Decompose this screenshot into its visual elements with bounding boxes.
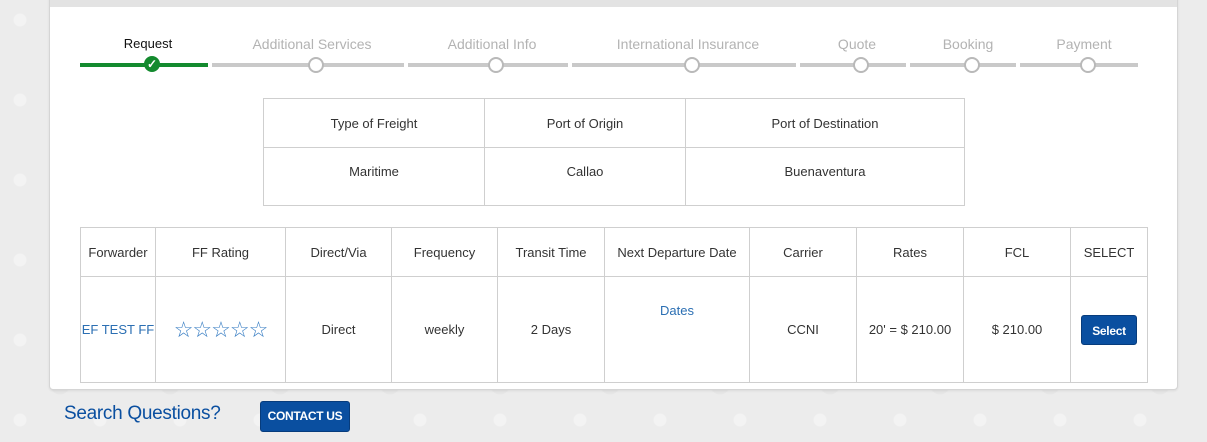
step-international-insurance-label: International Insurance — [616, 36, 760, 52]
step-additional-info-dot — [488, 57, 504, 73]
carrier-value: CCNI — [749, 276, 857, 383]
step-international-insurance-dot — [684, 57, 700, 73]
quote-results-table: Forwarder FF Rating Direct/Via Frequency… — [80, 227, 1148, 383]
request-summary-table: Type of Freight Port of Origin Port of D… — [263, 98, 965, 206]
progress-wizard: Request Additional Services Additional I… — [0, 0, 1207, 80]
col-ff-rating: FF Rating — [155, 227, 286, 277]
col-forwarder: Forwarder — [80, 227, 156, 277]
step-quote-dot — [853, 57, 869, 73]
port-origin-value: Callao — [484, 147, 686, 206]
step-additional-info-label: Additional Info — [447, 36, 537, 52]
contact-us-button[interactable]: CONTACT US — [260, 401, 350, 432]
port-origin-header: Port of Origin — [484, 98, 686, 148]
frequency-value: weekly — [391, 276, 498, 383]
step-request-check-icon: ✓ — [144, 56, 160, 72]
step-booking-line — [910, 63, 1016, 67]
forwarder-link[interactable]: EF TEST FF — [82, 322, 154, 337]
step-payment-dot — [1080, 57, 1096, 73]
col-next-departure: Next Departure Date — [604, 227, 750, 277]
transit-time-value: 2 Days — [497, 276, 605, 383]
step-payment-line — [1020, 63, 1138, 67]
col-select: SELECT — [1070, 227, 1148, 277]
step-additional-services-dot — [308, 57, 324, 73]
col-transit-time: Transit Time — [497, 227, 605, 277]
rates-value: 20' = $ 210.00 — [856, 276, 964, 383]
star-rating-icon[interactable]: ☆☆☆☆☆ — [174, 317, 269, 342]
col-frequency: Frequency — [391, 227, 498, 277]
step-payment-label: Payment — [1056, 36, 1112, 52]
freight-type-header: Type of Freight — [263, 98, 485, 148]
step-request-label: Request — [123, 36, 173, 51]
col-fcl: FCL — [963, 227, 1071, 277]
select-button[interactable]: Select — [1081, 314, 1137, 345]
step-booking-label: Booking — [942, 36, 994, 52]
port-destination-value: Buenaventura — [685, 147, 965, 206]
step-booking-dot — [964, 57, 980, 73]
search-questions-heading: Search Questions? — [64, 403, 221, 424]
step-quote-label: Quote — [837, 36, 877, 52]
step-additional-services-label: Additional Services — [252, 36, 372, 52]
departure-dates-link[interactable]: Dates — [660, 303, 694, 318]
col-direct-via: Direct/Via — [285, 227, 392, 277]
col-carrier: Carrier — [749, 227, 857, 277]
col-rates: Rates — [856, 227, 964, 277]
freight-type-value: Maritime — [263, 147, 485, 206]
table-row: EF TEST FF ☆☆☆☆☆ Direct weekly 2 Days Da… — [80, 276, 1148, 383]
direct-via-value: Direct — [285, 276, 392, 383]
port-destination-header: Port of Destination — [685, 98, 965, 148]
fcl-value: $ 210.00 — [963, 276, 1071, 383]
